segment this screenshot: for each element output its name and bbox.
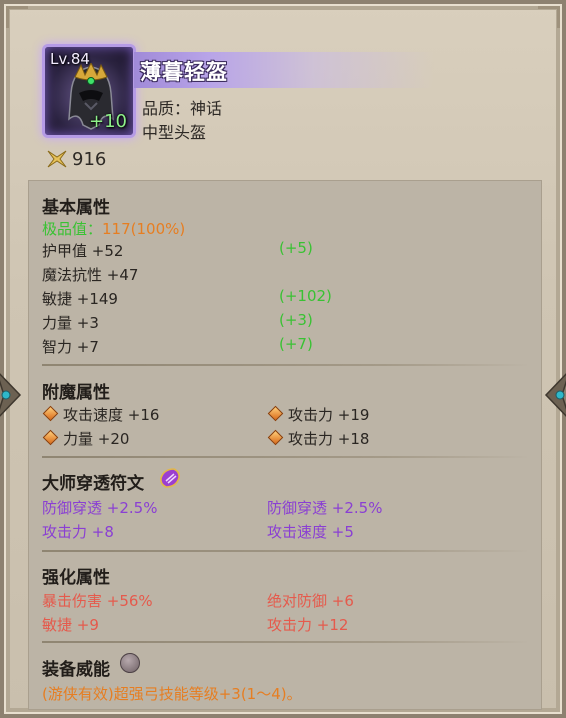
divider bbox=[42, 456, 530, 458]
rune-stat: 攻击速度 +5 bbox=[267, 523, 354, 541]
enchant-stat: 力量 +20 bbox=[42, 428, 130, 449]
enhance-stat: 敏捷 +9 bbox=[42, 616, 99, 634]
power-text: (游侠有效)超强弓技能等级+3(1～4)。 bbox=[42, 685, 302, 703]
frame-corner-top-right bbox=[538, 6, 560, 28]
enhance-stat: 攻击力 +12 bbox=[267, 616, 349, 634]
enchant-stat: 攻击速度 +16 bbox=[42, 404, 160, 425]
enchant-diamond-icon bbox=[42, 405, 59, 422]
perfection-value: 117(100%) bbox=[102, 220, 186, 238]
enhance-level: +10 bbox=[89, 111, 127, 132]
item-name: 薄暮轻盔 bbox=[140, 60, 228, 84]
item-name-bar: 薄暮轻盔 bbox=[134, 52, 434, 88]
enchant-diamond-icon bbox=[267, 405, 284, 422]
base-stats-title: 基本属性 bbox=[42, 198, 110, 218]
item-type: 中型头盔 bbox=[142, 123, 207, 142]
enhance-stat: 暴击伤害 +56% bbox=[42, 592, 153, 610]
base-stat-intellect: 智力 +7 bbox=[42, 338, 99, 356]
gear-score-icon bbox=[47, 150, 67, 168]
base-stat-intellect-bonus: (+7) bbox=[279, 335, 313, 353]
right-ornament-icon bbox=[544, 373, 566, 417]
base-stat-agility-bonus: (+102) bbox=[279, 287, 332, 305]
base-stat-strength: 力量 +3 bbox=[42, 314, 99, 332]
divider bbox=[42, 641, 530, 643]
enchant-stat: 攻击力 +19 bbox=[267, 404, 370, 425]
base-stat-armor: 护甲值 +52 bbox=[42, 242, 124, 260]
divider bbox=[42, 364, 530, 366]
enchant-title: 附魔属性 bbox=[42, 383, 110, 403]
enchant-stat: 攻击力 +18 bbox=[267, 428, 370, 449]
rune-stat: 防御穿透 +2.5% bbox=[267, 499, 383, 517]
divider bbox=[42, 550, 530, 552]
enhance-stat: 绝对防御 +6 bbox=[267, 592, 354, 610]
enchant-stat-label: 攻击力 +18 bbox=[288, 430, 370, 448]
enchant-diamond-icon bbox=[42, 429, 59, 446]
perfection-label: 极品值： bbox=[42, 220, 103, 238]
item-quality: 品质：神话 bbox=[142, 99, 223, 118]
enchant-stat-label: 攻击力 +19 bbox=[288, 406, 370, 424]
gear-score: 916 bbox=[46, 148, 106, 170]
gear-score-value: 916 bbox=[72, 148, 107, 170]
rune-stat: 防御穿透 +2.5% bbox=[42, 499, 158, 517]
enchant-diamond-icon bbox=[267, 429, 284, 446]
item-icon[interactable]: Lv.84 +10 bbox=[42, 44, 136, 138]
base-stat-strength-bonus: (+3) bbox=[279, 311, 313, 329]
enchant-stat-label: 力量 +20 bbox=[63, 430, 130, 448]
left-ornament-icon bbox=[0, 373, 22, 417]
base-stat-armor-bonus: (+5) bbox=[279, 239, 313, 257]
power-title: 装备威能 bbox=[42, 660, 110, 680]
base-stat-magic-resist: 魔法抗性 +47 bbox=[42, 266, 139, 284]
enhance-title: 强化属性 bbox=[42, 568, 110, 588]
frame-corner-top-left bbox=[6, 6, 28, 28]
base-stat-agility: 敏捷 +149 bbox=[42, 290, 118, 308]
rune-title: 大师穿透符文 bbox=[42, 474, 144, 494]
rune-icon[interactable] bbox=[158, 466, 182, 490]
rune-stat: 攻击力 +8 bbox=[42, 523, 114, 541]
perfection-row: 极品值：117(100%) bbox=[42, 218, 185, 239]
enchant-stat-label: 攻击速度 +16 bbox=[63, 406, 160, 424]
power-stone-icon[interactable] bbox=[120, 653, 140, 673]
